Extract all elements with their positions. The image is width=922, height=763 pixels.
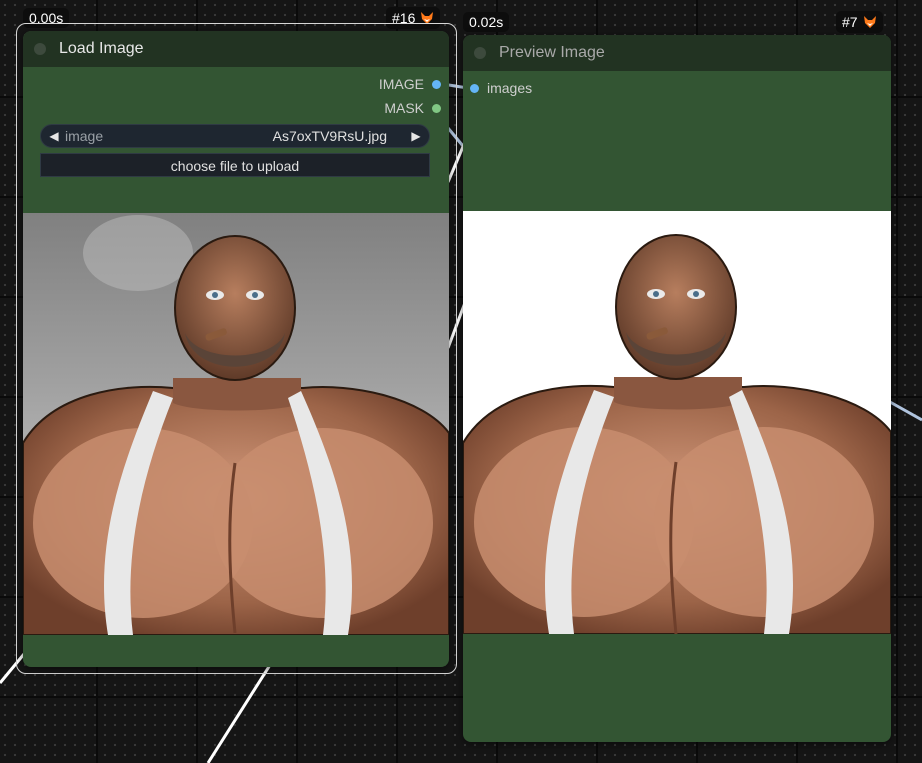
output-dot[interactable]: [432, 103, 441, 113]
loaded-image-preview: [23, 213, 449, 635]
fox-icon: [863, 16, 876, 28]
input-dot[interactable]: [470, 83, 479, 93]
image-combo-widget[interactable]: ◀ image As7oxTV9RsU.jpg ▶: [40, 124, 430, 148]
node-title: Preview Image: [499, 44, 605, 61]
input-slot-images[interactable]: images: [470, 80, 532, 96]
preview-image-output: [463, 211, 891, 634]
node-title: Load Image: [59, 40, 144, 57]
combo-label: image: [65, 128, 104, 144]
node-id-badge-preview-image: #7: [836, 11, 883, 33]
output-slot-image[interactable]: IMAGE: [379, 76, 441, 92]
link-segment: [889, 400, 922, 422]
preview-image-node[interactable]: Preview Image images: [463, 35, 891, 742]
input-label: images: [487, 80, 533, 96]
node-header[interactable]: Load Image: [23, 31, 449, 67]
node-id-label: #7: [842, 14, 858, 30]
combo-prev-arrow-icon[interactable]: ◀: [45, 129, 63, 143]
load-image-node[interactable]: Load Image IMAGE MASK ◀ image As7oxTV9Rs…: [23, 31, 449, 667]
collapse-toggle[interactable]: [474, 47, 486, 59]
muscle-man-illustration-background-removed: [463, 234, 891, 634]
output-label: MASK: [384, 100, 424, 116]
muscle-man-illustration: [23, 215, 449, 635]
link-segment: [206, 664, 272, 763]
exec-time-badge-preview-image: 0.02s: [463, 12, 510, 32]
upload-button[interactable]: choose file to upload: [40, 153, 430, 177]
combo-value[interactable]: As7oxTV9RsU.jpg: [273, 128, 387, 144]
node-header[interactable]: Preview Image: [463, 35, 891, 71]
combo-next-arrow-icon[interactable]: ▶: [407, 129, 425, 143]
collapse-toggle[interactable]: [34, 43, 46, 55]
output-dot[interactable]: [432, 79, 441, 89]
output-label: IMAGE: [378, 76, 424, 92]
output-slot-mask[interactable]: MASK: [384, 100, 441, 116]
